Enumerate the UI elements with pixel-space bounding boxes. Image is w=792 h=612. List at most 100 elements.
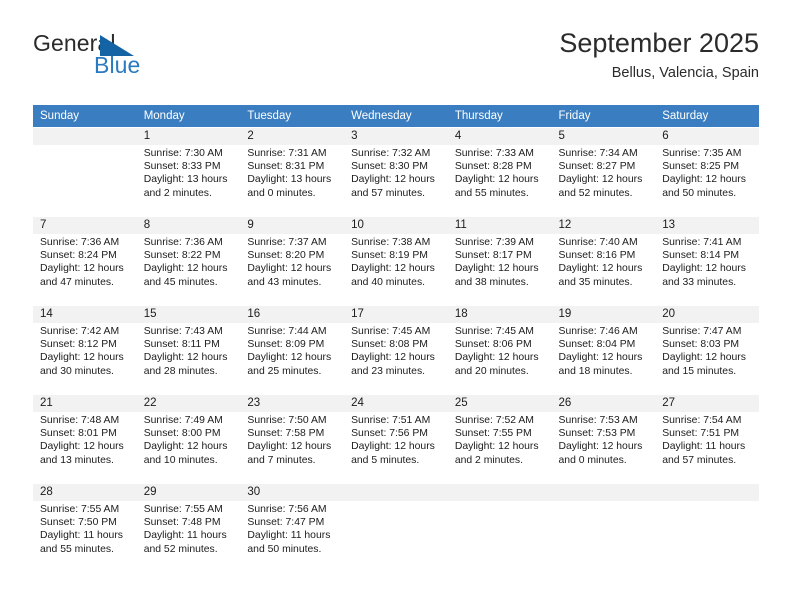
day-daylight-line: and 20 minutes. xyxy=(454,365,529,377)
calendar-day-cell[interactable]: 11 Sunrise: 7:39 AM Sunset: 8:17 PM Dayligh… xyxy=(447,216,552,305)
day-cell-inner: 19 Sunrise: 7:46 AM Sunset: 8:04 PM Dayligh… xyxy=(551,305,656,394)
calendar-day-cell[interactable]: 27 Sunrise: 7:54 AM Sunset: 7:51 PM Dayligh… xyxy=(655,394,759,483)
day-number: 2 xyxy=(240,128,345,145)
day-sunset-line: Sunset: 7:53 PM xyxy=(558,428,636,440)
day-daylight-line: Daylight: 11 hours xyxy=(662,441,746,453)
day-daylight-line: Daylight: 13 hours xyxy=(247,174,332,186)
day-sunset-line: Sunset: 8:04 PM xyxy=(558,339,636,351)
day-sun-info: Sunrise: 7:42 AM Sunset: 8:12 PM Daylight:… xyxy=(33,323,137,378)
calendar-day-cell[interactable]: 15 Sunrise: 7:43 AM Sunset: 8:11 PM Dayligh… xyxy=(136,305,241,394)
calendar-day-cell[interactable]: 14 Sunrise: 7:42 AM Sunset: 8:12 PM Dayligh… xyxy=(33,305,137,394)
day-daylight-line: Daylight: 12 hours xyxy=(143,352,228,364)
day-sun-info: Sunrise: 7:45 AM Sunset: 8:08 PM Daylight:… xyxy=(344,323,448,378)
day-cell-inner: 27 Sunrise: 7:54 AM Sunset: 7:51 PM Dayligh… xyxy=(655,394,759,483)
day-sun-info: Sunrise: 7:40 AM Sunset: 8:16 PM Daylight:… xyxy=(552,234,656,289)
day-sunset-line: Sunset: 8:01 PM xyxy=(40,428,117,440)
day-sunrise-line: Sunrise: 7:48 AM xyxy=(40,415,120,426)
day-sun-info: Sunrise: 7:33 AM Sunset: 8:28 PM Daylight:… xyxy=(448,145,552,200)
calendar-day-cell[interactable]: 18 Sunrise: 7:45 AM Sunset: 8:06 PM Dayligh… xyxy=(447,305,552,394)
calendar-day-cell[interactable]: 8 Sunrise: 7:36 AM Sunset: 8:22 PM Daylight… xyxy=(136,216,241,305)
calendar-day-cell[interactable]: 13 Sunrise: 7:41 AM Sunset: 8:14 PM Dayligh… xyxy=(655,216,759,305)
general-blue-logo[interactable]: General Blue xyxy=(33,30,203,86)
calendar-day-cell[interactable]: 23 Sunrise: 7:50 AM Sunset: 7:58 PM Dayligh… xyxy=(240,394,345,483)
day-sunrise-line: Sunrise: 7:54 AM xyxy=(662,415,742,426)
day-number: 4 xyxy=(447,128,552,145)
calendar-day-cell[interactable]: 21 Sunrise: 7:48 AM Sunset: 8:01 PM Dayligh… xyxy=(33,394,137,483)
day-sunset-line: Sunset: 7:48 PM xyxy=(143,517,221,529)
day-daylight-line: Daylight: 12 hours xyxy=(351,174,435,186)
day-sunset-line: Sunset: 8:25 PM xyxy=(662,161,740,173)
day-sun-info: Sunrise: 7:51 AM Sunset: 7:56 PM Daylight:… xyxy=(344,412,448,467)
calendar-day-cell[interactable]: 4 Sunrise: 7:33 AM Sunset: 8:28 PM Daylight… xyxy=(447,127,552,216)
calendar-day-cell[interactable]: 22 Sunrise: 7:49 AM Sunset: 8:00 PM Dayligh… xyxy=(136,394,241,483)
calendar-day-cell[interactable]: 29 Sunrise: 7:55 AM Sunset: 7:48 PM Dayligh… xyxy=(136,483,241,572)
calendar-day-cell[interactable]: 10 Sunrise: 7:38 AM Sunset: 8:19 PM Dayligh… xyxy=(344,216,448,305)
day-daylight-line: and 38 minutes. xyxy=(454,276,529,288)
day-cell-inner: 26 Sunrise: 7:53 AM Sunset: 7:53 PM Dayligh… xyxy=(551,394,656,483)
calendar-day-cell[interactable]: 20 Sunrise: 7:47 AM Sunset: 8:03 PM Dayligh… xyxy=(655,305,759,394)
calendar-day-cell[interactable]: 1 Sunrise: 7:30 AM Sunset: 8:33 PM Daylight… xyxy=(136,127,241,216)
day-number: 13 xyxy=(655,217,759,234)
day-daylight-line: Daylight: 11 hours xyxy=(40,530,123,542)
day-daylight-line: Daylight: 12 hours xyxy=(351,441,435,453)
calendar-day-cell[interactable]: 24 Sunrise: 7:51 AM Sunset: 7:56 PM Dayligh… xyxy=(344,394,448,483)
day-sunset-line: Sunset: 8:28 PM xyxy=(454,161,532,173)
day-cell-inner: 18 Sunrise: 7:45 AM Sunset: 8:06 PM Dayligh… xyxy=(447,305,552,394)
weekday-header-saturday: Saturday xyxy=(655,105,759,127)
day-sunrise-line: Sunrise: 7:53 AM xyxy=(558,415,638,426)
day-daylight-line: Daylight: 12 hours xyxy=(454,441,539,453)
calendar-day-cell[interactable]: 7 Sunrise: 7:36 AM Sunset: 8:24 PM Daylight… xyxy=(33,216,137,305)
day-sun-info xyxy=(344,501,448,503)
day-sunset-line: Sunset: 7:51 PM xyxy=(662,428,740,440)
day-daylight-line: and 28 minutes. xyxy=(143,365,218,377)
day-number: 11 xyxy=(447,217,552,234)
day-number xyxy=(655,484,759,501)
day-sun-info: Sunrise: 7:54 AM Sunset: 7:51 PM Daylight:… xyxy=(655,412,759,467)
day-sunset-line: Sunset: 7:50 PM xyxy=(40,517,117,529)
day-sun-info: Sunrise: 7:37 AM Sunset: 8:20 PM Daylight:… xyxy=(240,234,344,289)
calendar-day-cell[interactable]: 3 Sunrise: 7:32 AM Sunset: 8:30 PM Daylight… xyxy=(344,127,448,216)
calendar-day-cell[interactable]: 5 Sunrise: 7:34 AM Sunset: 8:27 PM Daylight… xyxy=(551,127,656,216)
day-daylight-line: and 0 minutes. xyxy=(558,454,627,466)
day-daylight-line: and 30 minutes. xyxy=(40,365,114,377)
day-sun-info: Sunrise: 7:34 AM Sunset: 8:27 PM Daylight:… xyxy=(552,145,656,200)
day-daylight-line: Daylight: 12 hours xyxy=(558,174,643,186)
day-sun-info: Sunrise: 7:47 AM Sunset: 8:03 PM Daylight:… xyxy=(655,323,759,378)
calendar-day-cell xyxy=(33,127,137,216)
calendar-day-cell[interactable]: 16 Sunrise: 7:44 AM Sunset: 8:09 PM Dayligh… xyxy=(240,305,345,394)
calendar-day-cell[interactable]: 26 Sunrise: 7:53 AM Sunset: 7:53 PM Dayligh… xyxy=(551,394,656,483)
calendar-day-cell[interactable]: 6 Sunrise: 7:35 AM Sunset: 8:25 PM Daylight… xyxy=(655,127,759,216)
calendar-day-cell[interactable]: 30 Sunrise: 7:56 AM Sunset: 7:47 PM Dayligh… xyxy=(240,483,345,572)
day-number: 15 xyxy=(136,306,241,323)
day-sunrise-line: Sunrise: 7:30 AM xyxy=(143,148,223,159)
day-sun-info: Sunrise: 7:35 AM Sunset: 8:25 PM Daylight:… xyxy=(655,145,759,200)
title-block: September 2025 Bellus, Valencia, Spain xyxy=(559,26,759,84)
day-number: 14 xyxy=(33,306,137,323)
day-sun-info xyxy=(552,501,656,503)
day-daylight-line: and 33 minutes. xyxy=(662,276,737,288)
day-sunrise-line: Sunrise: 7:32 AM xyxy=(351,148,431,159)
calendar-day-cell[interactable]: 17 Sunrise: 7:45 AM Sunset: 8:08 PM Dayligh… xyxy=(344,305,448,394)
day-cell-inner: 9 Sunrise: 7:37 AM Sunset: 8:20 PM Daylight… xyxy=(240,216,345,305)
day-number: 8 xyxy=(136,217,241,234)
day-daylight-line: and 25 minutes. xyxy=(247,365,322,377)
calendar-day-cell[interactable]: 28 Sunrise: 7:55 AM Sunset: 7:50 PM Dayligh… xyxy=(33,483,137,572)
day-number: 16 xyxy=(240,306,345,323)
calendar-body: 1 Sunrise: 7:30 AM Sunset: 8:33 PM Daylight… xyxy=(33,127,759,572)
calendar-day-cell[interactable]: 9 Sunrise: 7:37 AM Sunset: 8:20 PM Daylight… xyxy=(240,216,345,305)
day-sunset-line: Sunset: 8:08 PM xyxy=(351,339,428,351)
calendar-day-cell[interactable]: 19 Sunrise: 7:46 AM Sunset: 8:04 PM Dayligh… xyxy=(551,305,656,394)
day-number: 30 xyxy=(240,484,345,501)
day-number: 27 xyxy=(655,395,759,412)
day-number: 25 xyxy=(447,395,552,412)
calendar-day-cell[interactable]: 2 Sunrise: 7:31 AM Sunset: 8:31 PM Daylight… xyxy=(240,127,345,216)
calendar-day-cell[interactable]: 12 Sunrise: 7:40 AM Sunset: 8:16 PM Dayligh… xyxy=(551,216,656,305)
day-sunrise-line: Sunrise: 7:39 AM xyxy=(454,237,534,248)
day-sun-info: Sunrise: 7:55 AM Sunset: 7:50 PM Daylight:… xyxy=(33,501,137,556)
day-daylight-line: Daylight: 12 hours xyxy=(247,441,332,453)
calendar-day-cell[interactable]: 25 Sunrise: 7:52 AM Sunset: 7:55 PM Dayligh… xyxy=(447,394,552,483)
calendar-week-row: 1 Sunrise: 7:30 AM Sunset: 8:33 PM Daylight… xyxy=(33,127,759,216)
day-sunset-line: Sunset: 7:56 PM xyxy=(351,428,428,440)
page-subtitle-location: Bellus, Valencia, Spain xyxy=(611,65,759,81)
day-daylight-line: and 52 minutes. xyxy=(143,543,218,555)
